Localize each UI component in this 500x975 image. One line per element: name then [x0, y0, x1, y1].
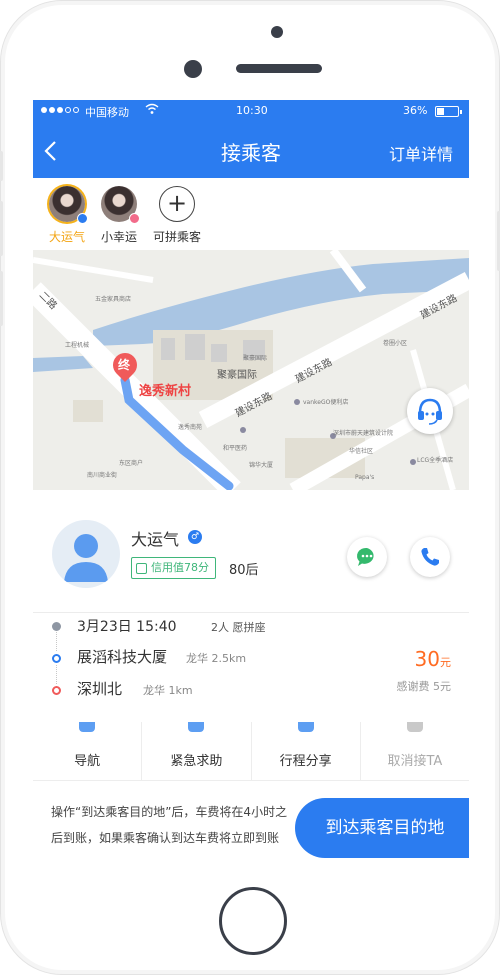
proximity-sensor	[184, 60, 202, 78]
cancel-document-icon	[406, 722, 423, 732]
app-bar: 中国移动 10:30 36% 接乘客 订单详情	[33, 100, 469, 178]
action-bar: 导航 紧急求助 行程分享 取消接TA	[33, 722, 469, 780]
bottom-panel: 操作“到达乘客目的地”后，车费将在4小时之后到账，如果乘客确认到达车费将立即到账…	[33, 780, 469, 875]
front-camera	[271, 26, 283, 38]
emergency-icon	[188, 722, 205, 732]
passenger-tab-1[interactable]: 大运气	[37, 186, 97, 245]
shield-icon	[136, 562, 147, 574]
map-poi-label: Papa's	[355, 474, 375, 481]
passenger-name: 大运气	[48, 230, 85, 244]
verified-icon: ♂	[188, 530, 202, 544]
tip-amount: 感谢费 5元	[396, 680, 452, 693]
passenger-avatar	[52, 520, 120, 588]
add-passenger-label: 可拼乘客	[152, 230, 201, 244]
action-label: 紧急求助	[170, 754, 223, 769]
carrier-name: 中国移动	[85, 106, 129, 119]
fare-amount: 30	[414, 647, 440, 671]
avatar	[101, 186, 140, 224]
map-poi-label: 华信社区	[349, 448, 374, 455]
map-poi-label: 深圳市蔚天建筑设计院	[333, 430, 394, 437]
map-poi-label: 聚豪国际	[243, 355, 268, 362]
map-poi-label: 南川商业街	[87, 472, 118, 479]
status-time: 10:30	[236, 104, 268, 117]
trip-destination-distance: 龙华 1km	[143, 684, 193, 697]
action-label: 行程分享	[279, 754, 332, 769]
route-connector	[56, 632, 57, 651]
earpiece-speaker	[236, 64, 322, 73]
passenger-selector: 大运气 小幸运 + 可拼乘客	[33, 178, 469, 250]
passenger-card: 大运气 ♂ 信用值78分 80后 3月23日 15:40 2人 愿拼座 展滔科技…	[33, 490, 469, 875]
credit-score: 信用值78分	[151, 561, 209, 574]
map-poi-label: 和平医药	[223, 445, 248, 452]
map-poi-label: 逸秀南苑	[178, 424, 203, 431]
settlement-notice: 操作“到达乘客目的地”后，车费将在4小时之后到账，如果乘客确认到达车费将立即到账	[51, 805, 288, 845]
avatar	[49, 186, 88, 224]
trip-origin-distance: 龙华 2.5km	[186, 652, 247, 665]
navigate-button[interactable]: 导航	[33, 722, 143, 780]
signal-strength-icon	[41, 107, 79, 113]
trip-origin: 展滔科技大厦	[77, 648, 168, 666]
destination-name: 逸秀新村	[139, 384, 192, 399]
home-button[interactable]	[219, 887, 287, 955]
map-poi-label: 锦华大厦	[249, 462, 274, 469]
message-button[interactable]	[347, 537, 387, 577]
destination-pin-label: 终	[118, 358, 131, 372]
customer-service-button[interactable]	[407, 388, 453, 434]
map-building-label: 聚豪国际	[217, 370, 257, 381]
map-poi-label: 东区商户	[119, 460, 144, 467]
phone-icon	[421, 548, 439, 566]
credit-badge: 信用值78分	[131, 557, 216, 579]
passenger-name: 大运气	[131, 530, 180, 549]
add-passenger-button[interactable]: + 可拼乘客	[139, 186, 215, 245]
order-detail-link[interactable]: 订单详情	[389, 141, 453, 165]
age-group: 80后	[229, 563, 259, 578]
fare-unit: 元	[440, 656, 451, 669]
app-screen: 中国移动 10:30 36% 接乘客 订单详情 大运气 小幸运 + 可拼乘客 建…	[33, 100, 469, 875]
trip-destination: 深圳北	[77, 680, 123, 698]
volume-up-button	[0, 201, 3, 256]
fare: 30元	[415, 647, 451, 671]
map-poi-label: LCG全季酒店	[417, 457, 454, 464]
time-dot-icon	[52, 622, 61, 631]
origin-dot-icon	[52, 654, 61, 663]
arrive-destination-button[interactable]: 到达乘客目的地	[295, 798, 469, 858]
volume-down-button	[0, 271, 3, 326]
destination-dot-icon	[52, 686, 61, 695]
call-button[interactable]	[410, 537, 450, 577]
battery-icon	[435, 106, 462, 117]
share-icon	[297, 722, 314, 732]
plus-icon: +	[159, 186, 195, 222]
wifi-icon	[145, 103, 159, 118]
status-bar: 中国移动 10:30 36%	[33, 100, 469, 124]
gender-badge-icon	[77, 213, 88, 224]
action-label: 取消接TA	[387, 754, 443, 769]
headset-icon	[418, 398, 442, 425]
user-icon	[64, 534, 108, 582]
divider	[33, 612, 469, 613]
battery-percent: 36%	[403, 104, 428, 117]
map-poi-label: 工程机械	[65, 342, 90, 349]
action-label: 导航	[74, 754, 101, 769]
trip-datetime: 3月23日 15:40	[77, 619, 177, 635]
trip-seats: 2人 愿拼座	[211, 621, 266, 634]
share-trip-button[interactable]: 行程分享	[252, 722, 361, 780]
map-poi-label: 五金家具商店	[95, 296, 132, 303]
route-map[interactable]: 建设东路 建设东路 建设东路 二路 聚豪国际 五金家具商店 工程机械 聚豪国际 …	[33, 250, 469, 490]
emergency-help-button[interactable]: 紧急求助	[142, 722, 252, 780]
map-poi-label: vankeGO便利店	[303, 399, 349, 406]
map-poi-label: 卷圈小区	[383, 340, 408, 347]
navigation-arrow-icon	[79, 722, 96, 732]
mute-switch	[0, 151, 3, 181]
route-connector	[56, 665, 57, 684]
chat-bubble-icon	[356, 547, 374, 566]
cancel-pickup-button[interactable]: 取消接TA	[361, 722, 469, 780]
